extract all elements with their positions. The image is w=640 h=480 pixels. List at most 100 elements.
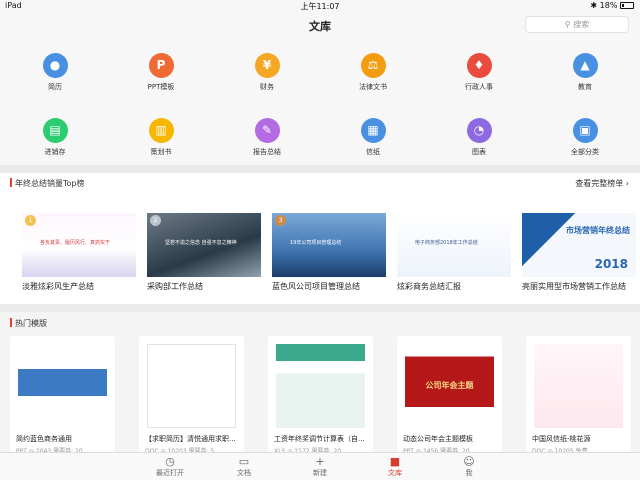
search-input[interactable]: ⚲ 搜索 xyxy=(525,16,629,33)
tab-bar: ◷ 最近打开 ▭ 文档 + 新建 ■ 文库 ☺ 我 xyxy=(0,452,640,480)
category-pie-chart[interactable]: ◔ 图表 xyxy=(449,118,509,157)
tab-profile[interactable]: ☺ 我 xyxy=(444,455,494,478)
pen-icon: ✎ xyxy=(254,118,280,143)
gavel-icon: ⚖ xyxy=(360,53,386,78)
hot-template-card[interactable]: 简约蓝色商务通用PPT ◎ 2043 需要券: 20 xyxy=(10,336,115,455)
tab-folder[interactable]: ▭ 文档 xyxy=(219,455,269,478)
category-gavel[interactable]: ⚖ 法律文书 xyxy=(343,53,403,92)
thumbnail-text: 坚若不渝之信念 自强不息之精神 xyxy=(165,240,237,246)
category-label: 进销存 xyxy=(44,148,66,156)
nav-bar: 文库 ⚲ 搜索 xyxy=(0,12,640,38)
tab-plus[interactable]: + 新建 xyxy=(295,455,345,478)
category-label: 行政人事 xyxy=(465,83,493,91)
battery-status: ✱ 18% xyxy=(590,1,634,10)
template-caption: 【求职简历】清悦通用求职... xyxy=(145,435,236,443)
template-thumbnail: 市场营销年终总结 2018 xyxy=(522,213,636,277)
tab-label: 文库 xyxy=(388,469,402,477)
template-thumbnail xyxy=(147,344,236,428)
category-label: 全部分类 xyxy=(571,148,599,156)
rank-badge: 1 xyxy=(25,215,36,226)
top-list-card[interactable]: 市场营销年终总结 2018 亮丽实用型市场营销工作总结 xyxy=(522,213,636,292)
thumbnail-year: 2018 xyxy=(594,257,628,271)
template-thumbnail: 坚若不渝之信念 自强不息之精神 2 xyxy=(147,213,261,277)
template-thumbnail xyxy=(534,344,623,428)
hot-template-card[interactable]: 中国风信纸-桃花源DOC ◎ 10205 免费 xyxy=(526,336,631,455)
category-label: 简历 xyxy=(48,83,62,91)
template-thumbnail: 公司年会主题 xyxy=(405,344,494,428)
view-full-list-link[interactable]: 查看完整榜单 › xyxy=(575,178,629,189)
bluetooth-icon: ✱ xyxy=(590,1,598,10)
spreadsheet-icon: ▤ xyxy=(42,118,68,143)
graduation-cap-icon: ▲ xyxy=(572,53,598,78)
category-yen[interactable]: ¥ 财务 xyxy=(237,53,297,92)
category-document[interactable]: ▦ 信纸 xyxy=(343,118,403,157)
category-tie[interactable]: ♦ 行政人事 xyxy=(449,53,509,92)
thumbnail-text: 各负其责、履历风行、真抓实干 xyxy=(40,240,111,246)
category-label: 财务 xyxy=(260,83,274,91)
folder-icon: ▭ xyxy=(238,455,250,468)
pie-chart-icon: ◔ xyxy=(466,118,492,143)
template-thumbnail: 19年公司项目管理总结 3 xyxy=(272,213,386,277)
category-spreadsheet[interactable]: ▤ 进销存 xyxy=(25,118,85,157)
section-title-hot: 热门模版 xyxy=(10,318,47,329)
ppt-icon: P xyxy=(148,53,174,78)
thumbnail-text: 19年公司项目管理总结 xyxy=(290,240,342,246)
notebook-icon: ▥ xyxy=(148,118,174,143)
template-thumbnail: 电子商务部2018年工作总结 xyxy=(397,213,511,277)
yen-icon: ¥ xyxy=(254,53,280,78)
template-thumbnail xyxy=(276,344,365,428)
tab-clock[interactable]: ◷ 最近打开 xyxy=(145,455,195,478)
template-caption: 采购部工作总结 xyxy=(147,282,203,291)
template-caption: 动态公司年会主题模板 xyxy=(403,435,473,443)
category-label: 报告总结 xyxy=(253,148,281,156)
grid-icon: ▣ xyxy=(572,118,598,143)
category-ppt[interactable]: P PPT模板 xyxy=(131,53,191,92)
person-icon: ● xyxy=(42,53,68,78)
template-thumbnail xyxy=(18,344,107,428)
category-notebook[interactable]: ▥ 策划书 xyxy=(131,118,191,157)
rank-badge: 2 xyxy=(150,215,161,226)
library-icon: ■ xyxy=(389,455,401,468)
category-label: 法律文书 xyxy=(359,83,387,91)
template-caption: 中国风信纸-桃花源 xyxy=(532,435,591,443)
top-list-card[interactable]: 电子商务部2018年工作总结炫彩商务总结汇报 xyxy=(397,213,511,292)
category-pen[interactable]: ✎ 报告总结 xyxy=(237,118,297,157)
template-caption: 亮丽实用型市场营销工作总结 xyxy=(522,282,626,291)
status-time: 上午11:07 xyxy=(300,2,340,11)
tie-icon: ♦ xyxy=(466,53,492,78)
top-list-card[interactable]: 各负其责、履历风行、真抓实干 1 淡雅炫彩风生产总结 xyxy=(22,213,136,292)
section-title-top: 年终总结销量Top榜 xyxy=(10,178,85,189)
tab-library[interactable]: ■ 文库 xyxy=(370,455,420,478)
status-bar: iPad 上午11:07 ✱ 18% xyxy=(0,0,640,12)
category-person[interactable]: ● 简历 xyxy=(25,53,85,92)
tab-label: 最近打开 xyxy=(156,469,184,477)
template-caption: 淡雅炫彩风生产总结 xyxy=(22,282,94,291)
rank-badge: 3 xyxy=(275,215,286,226)
template-caption: 炫彩商务总结汇报 xyxy=(397,282,461,291)
template-caption: 蓝色风公司项目管理总结 xyxy=(272,282,360,291)
category-graduation-cap[interactable]: ▲ 教育 xyxy=(555,53,615,92)
clock-icon: ◷ xyxy=(165,455,175,468)
category-label: 教育 xyxy=(578,83,592,91)
battery-percent: 18% xyxy=(599,1,618,10)
category-label: 信纸 xyxy=(366,148,380,156)
top-section-title: 年终总结销量Top榜 xyxy=(15,179,85,188)
category-label: 图表 xyxy=(472,148,486,156)
thumbnail-text: 公司年会主题 xyxy=(425,381,474,390)
thumbnail-text: 电子商务部2018年工作总结 xyxy=(415,240,478,246)
tab-label: 新建 xyxy=(313,469,327,477)
hot-template-card[interactable]: 公司年会主题动态公司年会主题模板PPT ◎ 1456 需要券: 20 xyxy=(397,336,502,455)
document-icon: ▦ xyxy=(360,118,386,143)
template-caption: 简约蓝色商务通用 xyxy=(16,435,72,443)
top-list-section: 年终总结销量Top榜 查看完整榜单 › 各负其责、履历风行、真抓实干 1 淡雅炫彩风… xyxy=(0,173,640,304)
plus-icon: + xyxy=(315,455,325,468)
template-caption: 工资年终奖调节计算表（自... xyxy=(274,435,365,443)
hot-template-card[interactable]: 【求职简历】清悦通用求职...DOC ◎ 10203 需要券: 5 xyxy=(139,336,244,455)
top-list-card[interactable]: 19年公司项目管理总结 3 蓝色风公司项目管理总结 xyxy=(272,213,386,292)
hot-template-card[interactable]: 工资年终奖调节计算表（自...XLS ◎ 2172 需要券: 20 xyxy=(268,336,373,455)
top-list-card[interactable]: 坚若不渝之信念 自强不息之精神 2 采购部工作总结 xyxy=(147,213,261,292)
profile-icon: ☺ xyxy=(463,455,475,468)
category-grid[interactable]: ▣ 全部分类 xyxy=(555,118,615,157)
hot-section-title: 热门模版 xyxy=(15,319,47,328)
section-divider xyxy=(0,165,640,173)
